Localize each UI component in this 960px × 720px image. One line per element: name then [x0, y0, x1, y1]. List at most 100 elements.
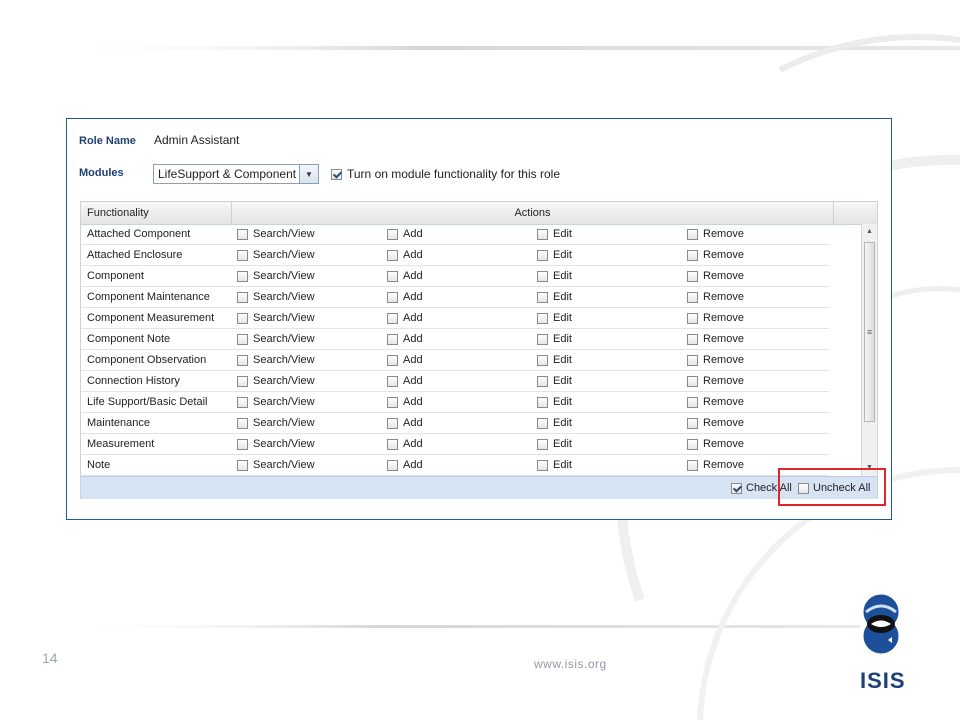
edit-checkbox[interactable] — [537, 438, 548, 450]
remove-permission[interactable]: Remove — [687, 438, 744, 450]
add-checkbox[interactable] — [387, 291, 398, 303]
add-permission[interactable]: Add — [387, 396, 423, 408]
remove-permission[interactable]: Remove — [687, 291, 744, 303]
search-view-permission[interactable]: Search/View — [237, 459, 315, 471]
add-checkbox[interactable] — [387, 249, 398, 261]
search-view-checkbox[interactable] — [237, 249, 248, 261]
add-permission[interactable]: Add — [387, 249, 423, 261]
scrollbar-thumb[interactable]: ≡ — [864, 242, 875, 422]
remove-checkbox[interactable] — [687, 438, 698, 450]
remove-checkbox[interactable] — [687, 270, 698, 282]
search-view-checkbox[interactable] — [237, 270, 248, 282]
edit-checkbox[interactable] — [537, 375, 548, 387]
remove-permission[interactable]: Remove — [687, 270, 744, 282]
search-view-checkbox[interactable] — [237, 417, 248, 429]
remove-checkbox[interactable] — [687, 249, 698, 261]
add-checkbox[interactable] — [387, 417, 398, 429]
add-checkbox[interactable] — [387, 354, 398, 366]
edit-checkbox[interactable] — [537, 417, 548, 429]
remove-checkbox[interactable] — [687, 396, 698, 408]
edit-checkbox[interactable] — [537, 333, 548, 345]
edit-checkbox[interactable] — [537, 396, 548, 408]
search-view-permission[interactable]: Search/View — [237, 228, 315, 240]
remove-checkbox[interactable] — [687, 333, 698, 345]
edit-permission[interactable]: Edit — [537, 228, 572, 240]
search-view-permission[interactable]: Search/View — [237, 312, 315, 324]
remove-checkbox[interactable] — [687, 354, 698, 366]
search-view-checkbox[interactable] — [237, 375, 248, 387]
add-permission[interactable]: Add — [387, 312, 423, 324]
remove-checkbox[interactable] — [687, 291, 698, 303]
edit-checkbox[interactable] — [537, 291, 548, 303]
add-checkbox[interactable] — [387, 333, 398, 345]
search-view-permission[interactable]: Search/View — [237, 333, 315, 345]
search-view-checkbox[interactable] — [237, 438, 248, 450]
edit-permission[interactable]: Edit — [537, 291, 572, 303]
remove-permission[interactable]: Remove — [687, 417, 744, 429]
search-view-permission[interactable]: Search/View — [237, 438, 315, 450]
remove-permission[interactable]: Remove — [687, 375, 744, 387]
edit-permission[interactable]: Edit — [537, 270, 572, 282]
edit-checkbox[interactable] — [537, 249, 548, 261]
remove-permission[interactable]: Remove — [687, 312, 744, 324]
edit-permission[interactable]: Edit — [537, 396, 572, 408]
add-checkbox[interactable] — [387, 438, 398, 450]
modules-select[interactable]: LifeSupport & Component ▼ — [153, 164, 319, 184]
add-permission[interactable]: Add — [387, 459, 423, 471]
search-view-checkbox[interactable] — [237, 354, 248, 366]
column-header-functionality[interactable]: Functionality — [81, 202, 232, 224]
add-checkbox[interactable] — [387, 396, 398, 408]
edit-permission[interactable]: Edit — [537, 375, 572, 387]
add-permission[interactable]: Add — [387, 291, 423, 303]
add-permission[interactable]: Add — [387, 333, 423, 345]
remove-checkbox[interactable] — [687, 417, 698, 429]
remove-checkbox[interactable] — [687, 375, 698, 387]
scroll-up-icon[interactable]: ▲ — [862, 224, 877, 240]
search-view-permission[interactable]: Search/View — [237, 249, 315, 261]
remove-permission[interactable]: Remove — [687, 333, 744, 345]
module-toggle-checkbox[interactable] — [331, 168, 342, 180]
add-checkbox[interactable] — [387, 375, 398, 387]
edit-permission[interactable]: Edit — [537, 438, 572, 450]
edit-permission[interactable]: Edit — [537, 249, 572, 261]
chevron-down-icon[interactable]: ▼ — [299, 165, 318, 183]
grid-scrollbar[interactable]: ▲ ≡ ▼ — [861, 224, 877, 476]
add-permission[interactable]: Add — [387, 438, 423, 450]
edit-checkbox[interactable] — [537, 270, 548, 282]
column-header-actions[interactable]: Actions — [232, 202, 834, 224]
edit-permission[interactable]: Edit — [537, 354, 572, 366]
remove-permission[interactable]: Remove — [687, 459, 744, 471]
search-view-permission[interactable]: Search/View — [237, 291, 315, 303]
search-view-permission[interactable]: Search/View — [237, 375, 315, 387]
remove-permission[interactable]: Remove — [687, 228, 744, 240]
remove-checkbox[interactable] — [687, 228, 698, 240]
add-checkbox[interactable] — [387, 270, 398, 282]
search-view-permission[interactable]: Search/View — [237, 270, 315, 282]
search-view-checkbox[interactable] — [237, 333, 248, 345]
search-view-permission[interactable]: Search/View — [237, 417, 315, 429]
search-view-checkbox[interactable] — [237, 291, 248, 303]
add-permission[interactable]: Add — [387, 270, 423, 282]
add-checkbox[interactable] — [387, 459, 398, 471]
add-checkbox[interactable] — [387, 228, 398, 240]
edit-checkbox[interactable] — [537, 354, 548, 366]
remove-permission[interactable]: Remove — [687, 249, 744, 261]
remove-permission[interactable]: Remove — [687, 396, 744, 408]
add-permission[interactable]: Add — [387, 375, 423, 387]
remove-permission[interactable]: Remove — [687, 354, 744, 366]
edit-checkbox[interactable] — [537, 312, 548, 324]
search-view-permission[interactable]: Search/View — [237, 396, 315, 408]
edit-checkbox[interactable] — [537, 228, 548, 240]
add-permission[interactable]: Add — [387, 354, 423, 366]
edit-permission[interactable]: Edit — [537, 417, 572, 429]
search-view-checkbox[interactable] — [237, 312, 248, 324]
module-toggle[interactable]: Turn on module functionality for this ro… — [331, 167, 560, 181]
remove-checkbox[interactable] — [687, 459, 698, 471]
add-permission[interactable]: Add — [387, 228, 423, 240]
search-view-checkbox[interactable] — [237, 396, 248, 408]
search-view-permission[interactable]: Search/View — [237, 354, 315, 366]
check-all-checkbox[interactable] — [731, 482, 742, 494]
edit-checkbox[interactable] — [537, 459, 548, 471]
add-checkbox[interactable] — [387, 312, 398, 324]
search-view-checkbox[interactable] — [237, 459, 248, 471]
